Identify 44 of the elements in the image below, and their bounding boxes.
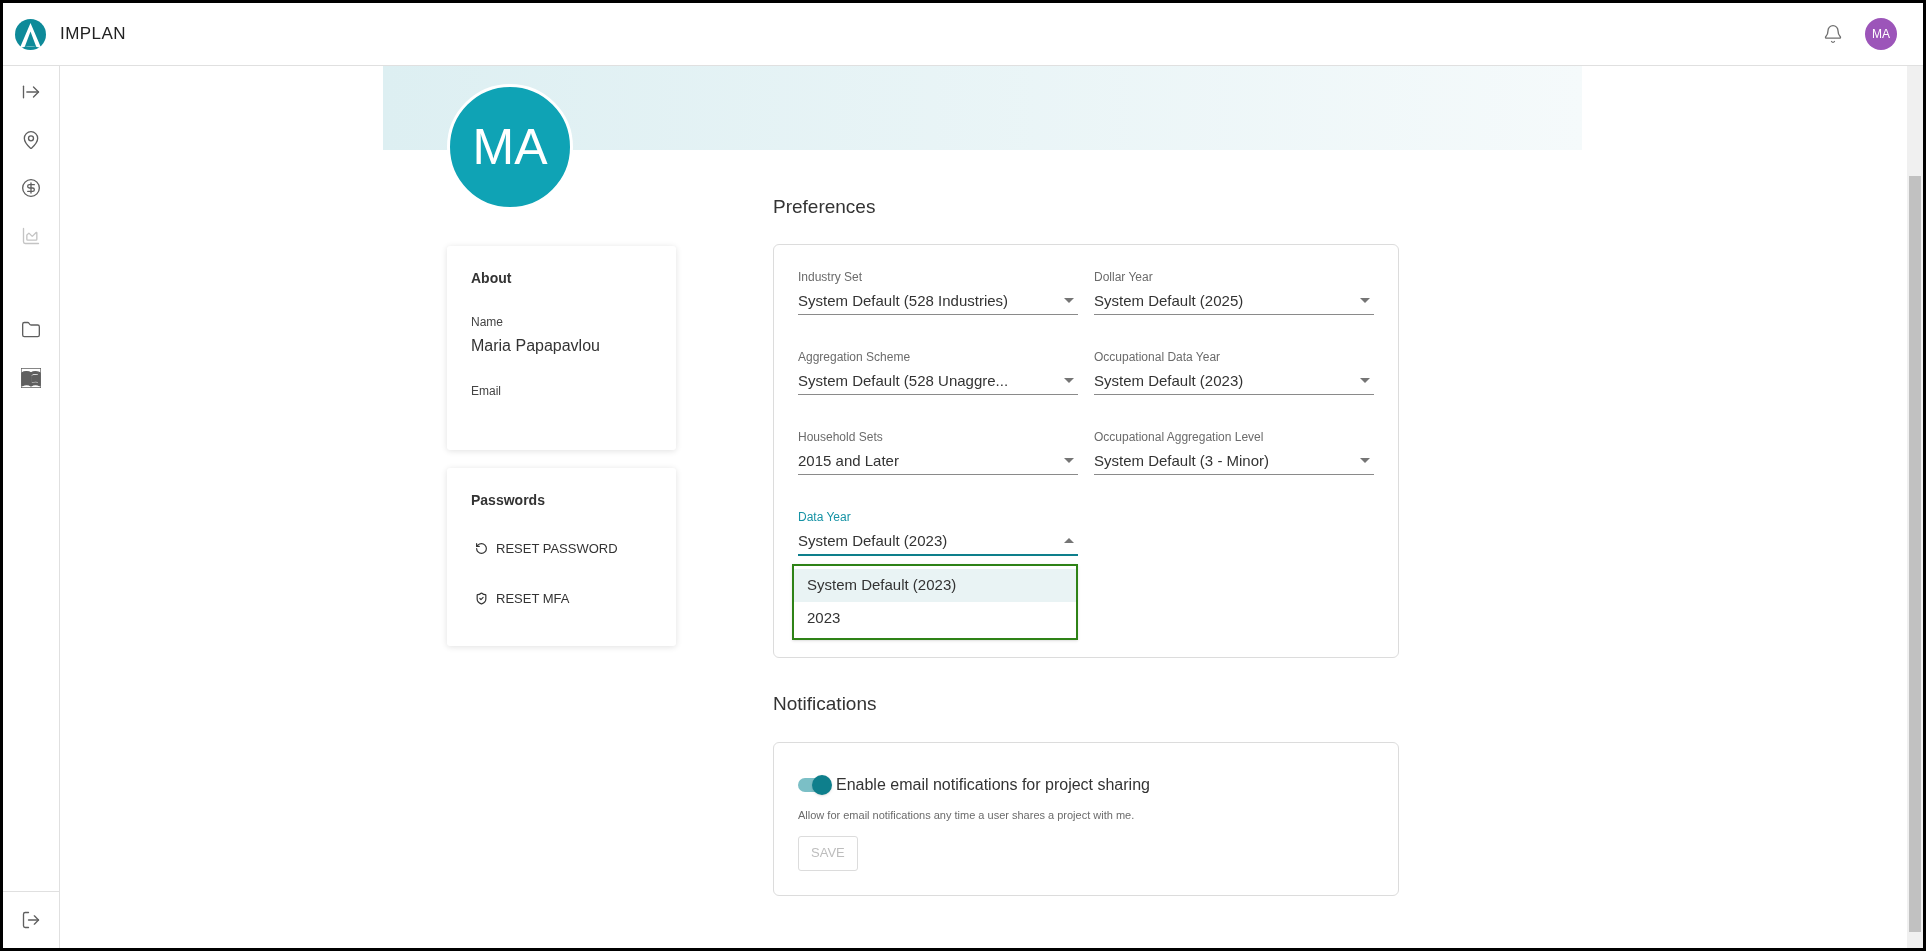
logo-icon <box>15 18 46 50</box>
user-avatar[interactable]: MA <box>1865 18 1897 50</box>
text-button[interactable]: RESET MFA <box>471 586 574 610</box>
info-value: Maria Papapavlou <box>471 336 601 356</box>
info-label: Name <box>471 314 504 331</box>
caret-down-icon <box>1064 298 1074 303</box>
caret-down-icon <box>1360 458 1370 463</box>
select-field[interactable]: System Default (2025) <box>1094 290 1374 315</box>
section-title: Preferences <box>773 195 877 219</box>
caret-down-icon <box>1360 378 1370 383</box>
notifications-bell-icon[interactable] <box>1823 24 1843 44</box>
select-field[interactable]: System Default (2023) <box>798 530 1078 556</box>
field-label: Household Sets <box>798 428 884 445</box>
text-button[interactable]: RESET PASSWORD <box>471 537 622 561</box>
toggle-label: Enable email notifications for project sharing <box>836 775 1150 795</box>
field-label: Dollar Year <box>1094 268 1154 285</box>
dropdown-option[interactable]: 2023 <box>794 601 1076 635</box>
select-field[interactable]: System Default (528 Unaggre... <box>798 370 1078 395</box>
caret-down-icon <box>1360 298 1370 303</box>
field-label: Occupational Data Year <box>1094 348 1222 365</box>
caret-down-icon <box>1064 378 1074 383</box>
select-field[interactable]: System Default (3 - Minor) <box>1094 450 1374 475</box>
brand-name: IMPLAN <box>60 23 126 46</box>
card-title: About <box>471 269 513 288</box>
section-title: Notifications <box>773 691 878 716</box>
field-label: Industry Set <box>798 268 864 285</box>
dropdown-option[interactable]: System Default (2023) <box>794 568 1076 602</box>
select-field[interactable]: System Default (528 Industries) <box>798 290 1078 315</box>
book-icon[interactable] <box>20 367 42 389</box>
caret-up-icon <box>1064 538 1074 543</box>
profile-avatar: MA <box>447 84 573 210</box>
field-label: Data Year <box>798 508 852 525</box>
select-field[interactable]: System Default (2023) <box>1094 370 1374 395</box>
caret-down-icon <box>1064 458 1074 463</box>
field-label: Aggregation Scheme <box>798 348 912 365</box>
reset-icon <box>475 542 488 556</box>
logout-icon[interactable] <box>20 909 42 931</box>
info-label: Email <box>471 383 502 400</box>
select-field[interactable]: 2015 and Later <box>798 450 1078 475</box>
description-text: Allow for email notifications any time a user shares a project with me. <box>798 808 1136 823</box>
shield-icon <box>475 591 488 605</box>
dollar-icon[interactable] <box>20 177 42 199</box>
card-title: Passwords <box>471 491 546 510</box>
field-label: Occupational Aggregation Level <box>1094 428 1265 445</box>
